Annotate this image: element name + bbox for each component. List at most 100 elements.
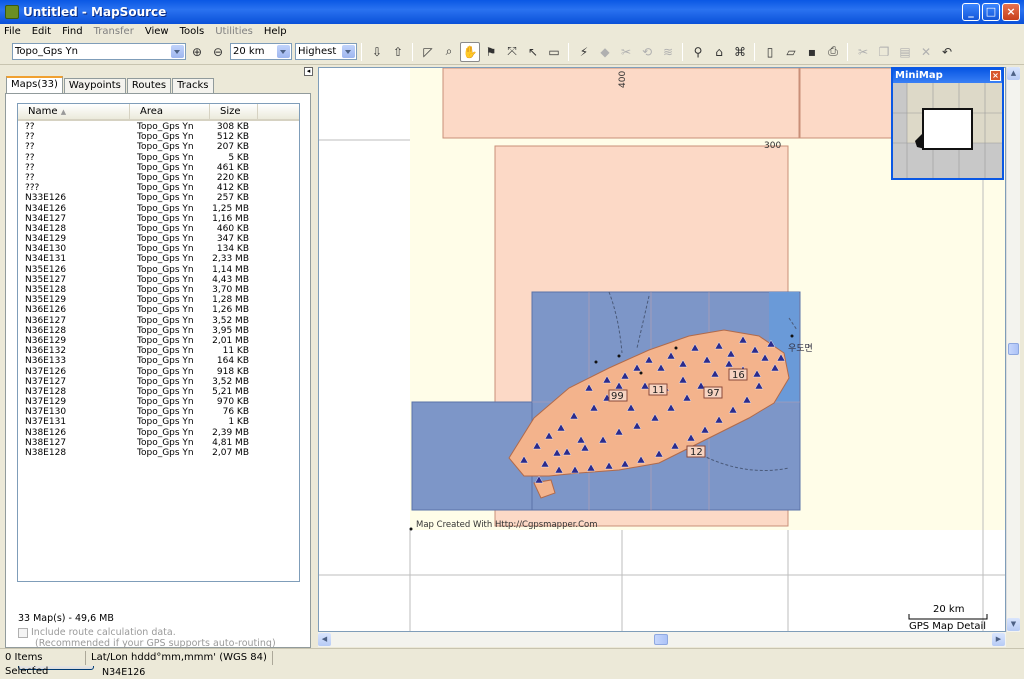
list-item[interactable]: ?? Topo_Gps Yn 5 KB: [18, 153, 299, 163]
close-button[interactable]: ×: [1002, 3, 1020, 21]
list-item[interactable]: N37E127 Topo_Gps Yn 3,52 MB: [18, 377, 299, 387]
open-file-icon[interactable]: ▱: [781, 42, 801, 62]
tab-waypoints[interactable]: Waypoints: [63, 78, 126, 93]
list-item[interactable]: N34E127 Topo_Gps Yn 1,16 MB: [18, 214, 299, 224]
list-item[interactable]: N34E129 Topo_Gps Yn 347 KB: [18, 234, 299, 244]
map-horizontal-scrollbar[interactable]: ◀ ▶: [318, 632, 1006, 647]
list-item[interactable]: N36E127 Topo_Gps Yn 3,52 MB: [18, 316, 299, 326]
detail-select[interactable]: Highest: [295, 43, 357, 60]
list-item[interactable]: ?? Topo_Gps Yn 461 KB: [18, 163, 299, 173]
list-item[interactable]: N36E133 Topo_Gps Yn 164 KB: [18, 356, 299, 366]
maximize-button[interactable]: □: [982, 3, 1000, 21]
route-calc-checkbox[interactable]: [18, 628, 28, 638]
delete-icon[interactable]: ✕: [916, 42, 936, 62]
minimize-button[interactable]: _: [962, 3, 980, 21]
distance-tool-icon[interactable]: ▭: [544, 42, 564, 62]
list-item[interactable]: N35E126 Topo_Gps Yn 1,14 MB: [18, 265, 299, 275]
zoom-tool-icon[interactable]: ⌕: [439, 42, 459, 62]
list-item[interactable]: N36E128 Topo_Gps Yn 3,95 MB: [18, 326, 299, 336]
menu-view[interactable]: View: [145, 26, 169, 37]
column-header-name[interactable]: Name ▲: [18, 104, 130, 119]
scroll-left-icon[interactable]: ◀: [318, 633, 331, 646]
list-item[interactable]: N38E128 Topo_Gps Yn 2,07 MB: [18, 448, 299, 458]
send-to-device-icon[interactable]: ⇧: [388, 42, 408, 62]
list-item[interactable]: N34E128 Topo_Gps Yn 460 KB: [18, 224, 299, 234]
find-nearest-icon[interactable]: ⌘: [730, 42, 750, 62]
list-item[interactable]: N36E129 Topo_Gps Yn 2,01 MB: [18, 336, 299, 346]
list-item[interactable]: N33E126 Topo_Gps Yn 257 KB: [18, 193, 299, 203]
minimap-window[interactable]: MiniMap ×: [891, 67, 1004, 180]
zoom-in-icon[interactable]: ⊕: [187, 42, 207, 62]
list-item[interactable]: N34E131 Topo_Gps Yn 2,33 MB: [18, 254, 299, 264]
list-item[interactable]: N35E129 Topo_Gps Yn 1,28 MB: [18, 295, 299, 305]
cut-icon[interactable]: ✂: [853, 42, 873, 62]
scroll-right-icon[interactable]: ▶: [992, 633, 1005, 646]
collapse-panel-button[interactable]: ◂: [304, 67, 313, 76]
divide-tool-icon[interactable]: ✂: [616, 42, 636, 62]
map-tool-icon[interactable]: ◸: [418, 42, 438, 62]
list-item[interactable]: N36E126 Topo_Gps Yn 1,26 MB: [18, 305, 299, 315]
menu-help[interactable]: Help: [264, 26, 287, 37]
product-select[interactable]: Topo_Gps Yn: [12, 43, 186, 60]
list-item[interactable]: N36E132 Topo_Gps Yn 11 KB: [18, 346, 299, 356]
minimap-close-button[interactable]: ×: [990, 70, 1001, 81]
find-places-icon[interactable]: ⌂: [709, 42, 729, 62]
list-item[interactable]: N35E128 Topo_Gps Yn 3,70 MB: [18, 285, 299, 295]
waypoint-tool-icon[interactable]: ⚑: [481, 42, 501, 62]
list-item[interactable]: ?? Topo_Gps Yn 220 KB: [18, 173, 299, 183]
list-item[interactable]: ?? Topo_Gps Yn 207 KB: [18, 142, 299, 152]
menu-edit[interactable]: Edit: [32, 26, 51, 37]
scroll-up-icon[interactable]: ▲: [1007, 67, 1020, 80]
list-item[interactable]: N38E126 Topo_Gps Yn 2,39 MB: [18, 428, 299, 438]
eraser-tool-icon[interactable]: ◆: [595, 42, 615, 62]
list-item[interactable]: ?? Topo_Gps Yn 512 KB: [18, 132, 299, 142]
menu-utilities[interactable]: Utilities: [215, 26, 253, 37]
new-file-icon[interactable]: ▯: [760, 42, 780, 62]
column-header-size[interactable]: Size: [210, 104, 258, 119]
list-item[interactable]: N35E127 Topo_Gps Yn 4,43 MB: [18, 275, 299, 285]
map-list[interactable]: Name ▲ Area Size ?? Topo_Gps Yn 308 KB?? To…: [17, 103, 300, 582]
copy-icon[interactable]: ❐: [874, 42, 894, 62]
zoom-out-icon[interactable]: ⊖: [208, 42, 228, 62]
print-icon[interactable]: ⎙: [823, 42, 843, 62]
horizontal-scroll-thumb[interactable]: [654, 634, 668, 645]
scroll-down-icon[interactable]: ▼: [1007, 618, 1020, 631]
save-icon[interactable]: ▪: [802, 42, 822, 62]
list-item[interactable]: N34E126 Topo_Gps Yn 1,25 MB: [18, 204, 299, 214]
tab-tracks[interactable]: Tracks: [172, 78, 214, 93]
receive-from-device-icon[interactable]: ⇩: [367, 42, 387, 62]
list-item[interactable]: N37E130 Topo_Gps Yn 76 KB: [18, 407, 299, 417]
menu-file[interactable]: File: [4, 26, 21, 37]
list-item[interactable]: N37E128 Topo_Gps Yn 5,21 MB: [18, 387, 299, 397]
join-tool-icon[interactable]: ⟲: [637, 42, 657, 62]
map-name-cell: N34E126: [25, 203, 67, 214]
tab-maps[interactable]: Maps(33): [6, 76, 63, 93]
tab-routes[interactable]: Routes: [126, 78, 172, 93]
zoom-select[interactable]: 20 km: [230, 43, 292, 60]
list-item[interactable]: N37E131 Topo_Gps Yn 1 KB: [18, 417, 299, 427]
menu-find[interactable]: Find: [62, 26, 83, 37]
vertical-scroll-thumb[interactable]: [1008, 343, 1019, 355]
map-name-cell: N35E126: [25, 264, 67, 275]
list-item[interactable]: ?? Topo_Gps Yn 308 KB: [18, 122, 299, 132]
find-icon[interactable]: ⚲: [688, 42, 708, 62]
map-summary: 33 Map(s) - 49,6 MB: [18, 613, 114, 624]
list-item[interactable]: ??? Topo_Gps Yn 412 KB: [18, 183, 299, 193]
list-item[interactable]: N34E130 Topo_Gps Yn 134 KB: [18, 244, 299, 254]
column-header-area[interactable]: Area: [130, 104, 210, 119]
track-tool-icon[interactable]: ⚡: [574, 42, 594, 62]
map-size-cell: 2,07 MB: [212, 448, 249, 458]
minimap-canvas[interactable]: [893, 83, 1002, 178]
menu-transfer[interactable]: Transfer: [94, 26, 134, 37]
list-item[interactable]: N37E129 Topo_Gps Yn 970 KB: [18, 397, 299, 407]
route-tool-icon[interactable]: ⤧: [502, 42, 522, 62]
paste-icon[interactable]: ▤: [895, 42, 915, 62]
list-item[interactable]: N37E126 Topo_Gps Yn 918 KB: [18, 367, 299, 377]
list-item[interactable]: N38E127 Topo_Gps Yn 4,81 MB: [18, 438, 299, 448]
undo-icon[interactable]: ↶: [937, 42, 957, 62]
hand-tool-icon[interactable]: ✋: [460, 41, 480, 62]
selection-tool-icon[interactable]: ↖: [523, 42, 543, 62]
insert-tool-icon[interactable]: ≋: [658, 42, 678, 62]
menu-tools[interactable]: Tools: [180, 26, 205, 37]
map-vertical-scrollbar[interactable]: ▲ ▼: [1006, 67, 1020, 632]
